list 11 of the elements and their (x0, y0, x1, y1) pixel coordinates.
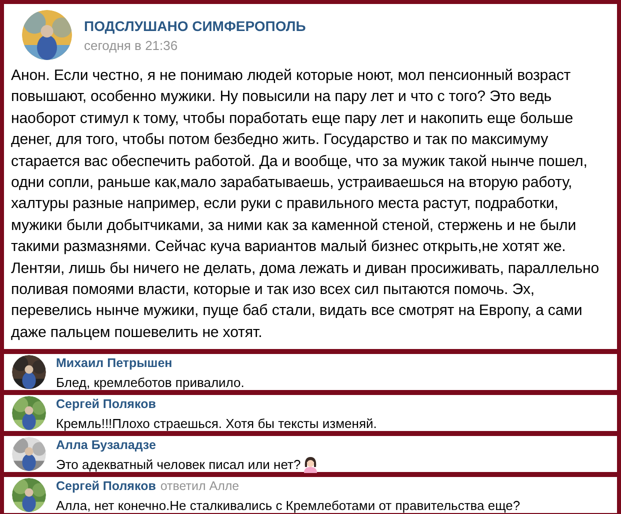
comment-text: Это адекватный человек писал или нет? (56, 456, 301, 473)
comment-author[interactable]: Алла Бузаладзе (56, 438, 156, 452)
comment-text: Блед, кремлеботов привалило. (56, 374, 244, 391)
comment-author[interactable]: Сергей Поляков (56, 396, 156, 411)
reply-note: ответил Алле (160, 478, 240, 493)
comment-author[interactable]: Сергей Поляков (56, 478, 156, 493)
post-text: Анон. Если честно, я не понимаю людей которые ноют, мол пенсионный возраст повышают, особенно мужики. Ну повысили на пару лет и что с того? Это ведь наоборот стимул к тому, чтобы поработать еще пару лет и накопить еще больше денег, для того, чтобы потом безбедно жить. Государство и так по максимуму старается вас обеспечить работой. Да и вообще, что за мужик такой нынче пошел, одни сопли, раньше как,мало зарабатываешь, устраиваешься на вторую работу, халтуры разные например, если руки с правильного места растут, подработки, мужики были добытчиками, за ними как за каменной стеной, стержень и не были такими размазнями. Сейчас куча вариантов малый бизнес открыть,не хотят же. Лентяи, лишь бы ничего не делать, дома лежать и диван просиживать, параллельно поливая помоями власти, которые и так изо всех сил пытаются помочь. Эх, перевелись нынче мужики, пуще баб стали, видать все смотрят на Европу, а сами даже пальцем пошевелить не хотят. (11, 66, 600, 343)
comment-text: Алла, нет конечно.Не сталкивались с Кремлеботами от правительства еще? (56, 496, 520, 514)
comment-text: Кремль!!!Плохо страешься. Хотя бы тексты изменяй. (56, 414, 377, 432)
group-name[interactable]: ПОДСЛУШАНО СИМФЕРОПОЛЬ (84, 18, 306, 34)
comment-author[interactable]: Михаил Петрышен (56, 356, 172, 370)
